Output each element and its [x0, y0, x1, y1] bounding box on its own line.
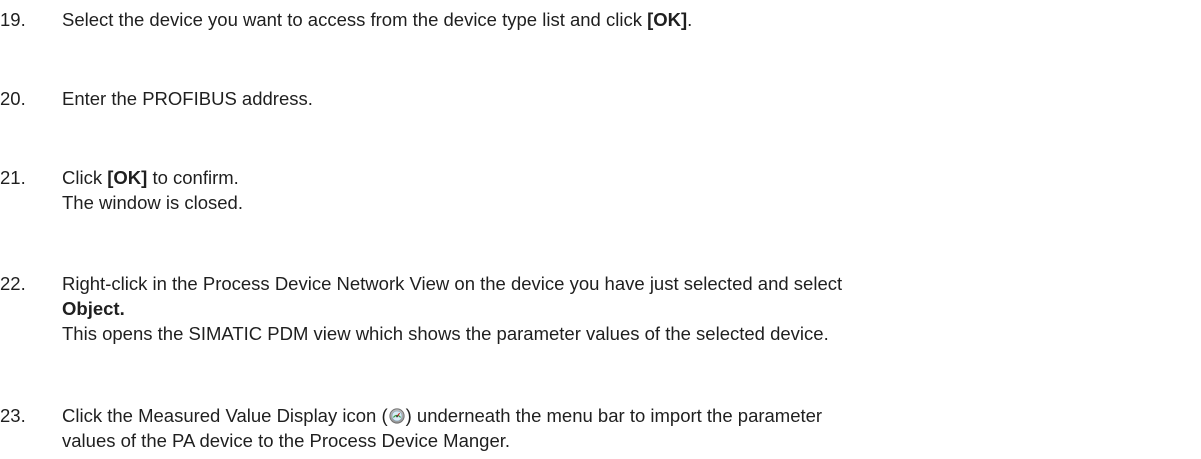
- ok-button-reference: [OK]: [107, 167, 148, 188]
- step-result-line: The window is closed.: [62, 192, 243, 213]
- step-result-line: This opens the SIMATIC PDM view which sh…: [62, 323, 829, 344]
- step-line: Click [OK] to confirm.: [62, 165, 1201, 190]
- step-line: Enter the PROFIBUS address.: [62, 88, 313, 109]
- text-span: Click the Measured Value Display icon (: [62, 405, 388, 426]
- text-span: ) underneath the menu bar to import the …: [405, 405, 823, 426]
- step-text: Click [OK] to confirm. The window is clo…: [62, 165, 1201, 215]
- text-span: Click: [62, 167, 108, 188]
- step-number: 20.: [0, 88, 26, 109]
- step-text: Click the Measured Value Display icon ()…: [62, 403, 1201, 453]
- step-number: 19.: [0, 9, 26, 30]
- measured-value-display-icon: [389, 405, 405, 424]
- text-span: to confirm.: [147, 167, 239, 188]
- step-number: 22.: [0, 273, 26, 294]
- step-number: 23.: [0, 405, 26, 426]
- step-text: Right-click in the Process Device Networ…: [62, 271, 1201, 346]
- step-line: values of the PA device to the Process D…: [62, 430, 511, 451]
- text-span: Select the device you want to access fro…: [62, 9, 648, 30]
- step-text: Select the device you want to access fro…: [62, 7, 1201, 32]
- step-line: Click the Measured Value Display icon ()…: [62, 403, 1201, 428]
- step-line: Right-click in the Process Device Networ…: [62, 273, 843, 294]
- object-menu-reference: Object.: [62, 298, 125, 319]
- step-text: Enter the PROFIBUS address.: [62, 86, 1201, 111]
- step-number: 21.: [0, 167, 26, 188]
- step-line: Object.: [62, 296, 1201, 321]
- ok-button-reference: [OK]: [647, 9, 688, 30]
- step-line: Select the device you want to access fro…: [62, 7, 1201, 32]
- text-span: .: [687, 9, 693, 30]
